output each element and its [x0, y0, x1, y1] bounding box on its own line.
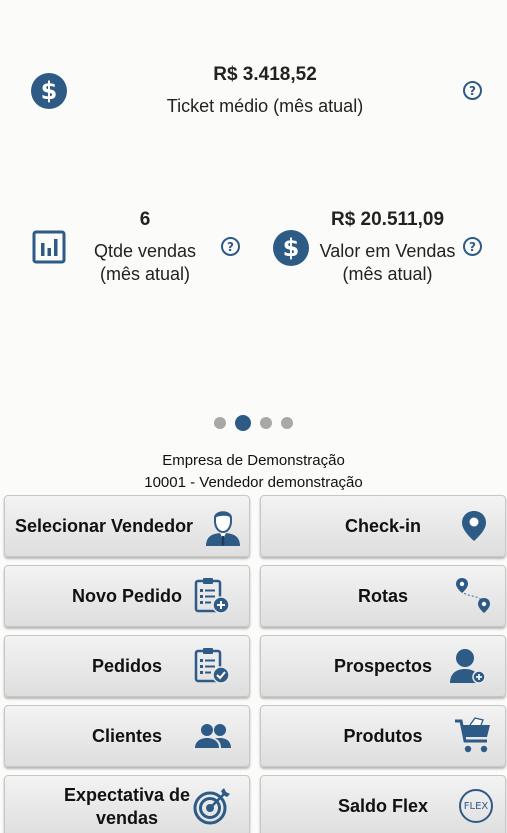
target-icon [193, 788, 230, 825]
add-person-icon [450, 649, 486, 684]
qtde-label-line2: (mês atual) [99, 264, 191, 284]
flex-icon-text: FLEX [463, 800, 489, 812]
help-icon-qtde[interactable]: ? [221, 237, 240, 256]
page-dot-active[interactable] [235, 415, 251, 431]
qtde-label-line1: Qtde vendas [93, 241, 197, 261]
qtde-value: 6 [139, 209, 151, 230]
flex-icon: FLEX [459, 789, 493, 823]
valor-value: R$ 20.511,09 [330, 209, 445, 230]
sales-expectation-line2: vendas [95, 808, 159, 828]
new-order-button[interactable]: Novo Pedido [4, 565, 250, 627]
orders-button[interactable]: Pedidos [4, 635, 250, 697]
products-button[interactable]: Produtos [260, 705, 506, 767]
location-pin-icon [462, 511, 486, 541]
prospects-button[interactable]: Prospectos [260, 635, 506, 697]
dollar-icon: $ [31, 73, 67, 109]
seller-name: 10001 - Vendedor demonstração [144, 474, 363, 491]
clipboard-check-icon [194, 648, 230, 684]
seller-user-icon [206, 511, 240, 546]
company-name: Empresa de Demonstração [162, 452, 345, 469]
people-icon [195, 724, 231, 748]
sales-expectation-button[interactable]: Expectativa de vendas [4, 775, 250, 833]
clients-button[interactable]: Clientes [4, 705, 250, 767]
ticket-value: R$ 3.418,52 [213, 64, 317, 85]
valor-label-line1: Valor em Vendas [319, 241, 456, 261]
dollar-icon: $ [273, 230, 309, 266]
page-dot[interactable] [281, 417, 293, 429]
sales-expectation-line1: Expectativa de [63, 785, 191, 805]
shopping-cart-icon [455, 717, 490, 753]
bar-chart-icon [32, 230, 66, 264]
route-icon [456, 578, 490, 613]
page-dot[interactable] [260, 417, 272, 429]
clipboard-add-icon [194, 578, 230, 614]
flex-balance-button[interactable]: Saldo Flex FLEX [260, 775, 506, 833]
help-icon-ticket[interactable]: ? [463, 81, 482, 100]
page-dot[interactable] [214, 417, 226, 429]
ticket-label: Ticket médio (mês atual) [166, 96, 364, 116]
valor-label-line2: (mês atual) [342, 264, 433, 284]
routes-button[interactable]: Rotas [260, 565, 506, 627]
help-icon-valor[interactable]: ? [463, 237, 482, 256]
select-seller-button[interactable]: Selecionar Vendedor [4, 495, 250, 557]
check-in-button[interactable]: Check-in [260, 495, 506, 557]
page-indicator [214, 414, 296, 432]
